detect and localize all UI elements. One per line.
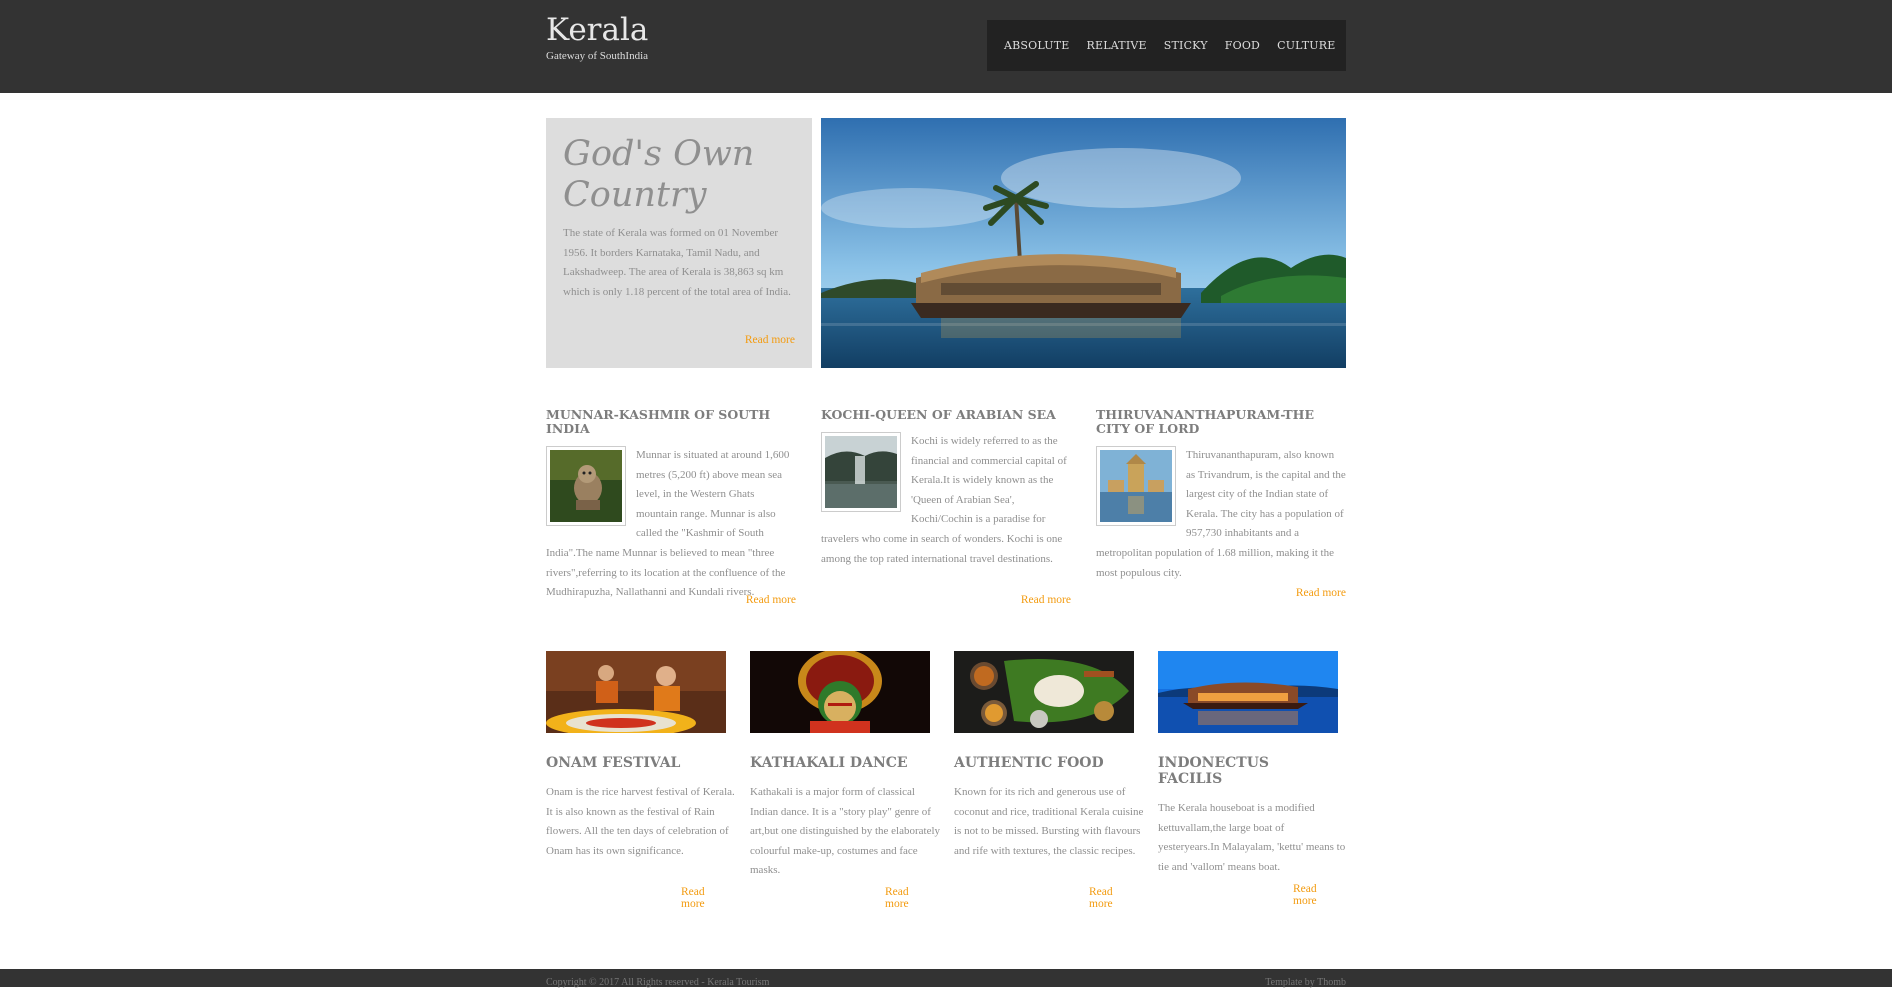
thiruvananthapuram-thumbnail (1096, 446, 1176, 526)
houseboat-night-photo-icon (1158, 651, 1338, 733)
nav-item-sticky[interactable]: STICKY (1164, 39, 1208, 52)
monkey-photo-icon (550, 450, 622, 522)
kochi-read-more-link[interactable]: Read more (1021, 594, 1071, 606)
column-title-munnar[interactable]: MUNNAR-KASHMIR OF SOUTH INDIA (546, 408, 796, 436)
card-text-houseboat: The Kerala houseboat is a modified kettu… (1158, 802, 1346, 873)
onam-image (546, 651, 726, 733)
food-photo-icon (954, 651, 1134, 733)
column-munnar: MUNNAR-KASHMIR OF SOUTH INDIA Munnar is … (546, 408, 796, 606)
footer-copyright: Copyright © 2017 All Rights reserved - K… (546, 977, 770, 988)
nav-item-relative[interactable]: RELATIVE (1087, 39, 1147, 52)
kathakali-read-more-link[interactable]: Read more (885, 886, 930, 910)
card-houseboat: INDONECTUS FACILIS The Kerala houseboat … (1158, 651, 1345, 907)
hero-title: God's Own Country (563, 134, 755, 215)
houseboat-read-more-link[interactable]: Read more (1293, 883, 1338, 907)
houseboat-night-image (1158, 651, 1338, 733)
card-title-houseboat[interactable]: INDONECTUS FACILIS (1158, 755, 1338, 787)
site-tagline: Gateway of SouthIndia (546, 50, 649, 62)
card-food: AUTHENTIC FOOD Known for its rich and ge… (954, 651, 1143, 910)
munnar-read-more-link[interactable]: Read more (746, 594, 796, 606)
waterfall-photo-icon (825, 436, 897, 508)
site-footer: Copyright © 2017 All Rights reserved - K… (0, 969, 1892, 988)
column-title-thiruvananthapuram[interactable]: THIRUVANANTHAPURAM-THE CITY OF LORD (1096, 408, 1346, 436)
card-onam: ONAM FESTIVAL Onam is the rice harvest f… (546, 651, 735, 910)
card-text-onam: Onam is the rice harvest festival of Ker… (546, 786, 735, 857)
hero-text: The state of Kerala was formed on 01 Nov… (563, 227, 791, 298)
site-title[interactable]: Kerala (546, 12, 648, 48)
card-title-onam[interactable]: ONAM FESTIVAL (546, 755, 726, 771)
kochi-thumbnail (821, 432, 901, 512)
thiruvananthapuram-read-more-link[interactable]: Read more (1296, 587, 1346, 599)
card-title-food[interactable]: AUTHENTIC FOOD (954, 755, 1134, 771)
site-header: Kerala Gateway of SouthIndia ABSOLUTE RE… (0, 0, 1892, 93)
onam-photo-icon (546, 651, 726, 733)
hero-intro-box: God's Own Country The state of Kerala wa… (546, 118, 812, 368)
column-title-kochi[interactable]: KOCHI-QUEEN OF ARABIAN SEA (821, 408, 1071, 422)
card-kathakali: KATHAKALI DANCE Kathakali is a major for… (750, 651, 940, 910)
food-read-more-link[interactable]: Read more (1089, 886, 1134, 910)
hero-read-more-link[interactable]: Read more (745, 334, 795, 346)
brand[interactable]: Kerala Gateway of SouthIndia (546, 12, 648, 62)
onam-read-more-link[interactable]: Read more (681, 886, 726, 910)
footer-credit[interactable]: Template by Thomb (1265, 977, 1346, 988)
main-nav: ABSOLUTE RELATIVE STICKY FOOD CULTURE (987, 20, 1346, 71)
temple-photo-icon (1100, 450, 1172, 522)
column-thiruvananthapuram: THIRUVANANTHAPURAM-THE CITY OF LORD Thir… (1096, 408, 1346, 599)
kathakali-image (750, 651, 930, 733)
nav-item-food[interactable]: FOOD (1225, 39, 1260, 52)
munnar-thumbnail (546, 446, 626, 526)
houseboat-photo-icon (821, 118, 1346, 368)
column-kochi: KOCHI-QUEEN OF ARABIAN SEA Kochi is wide… (821, 408, 1071, 606)
card-title-kathakali[interactable]: KATHAKALI DANCE (750, 755, 930, 771)
food-image (954, 651, 1134, 733)
nav-item-culture[interactable]: CULTURE (1277, 39, 1335, 52)
hero-houseboat-image (821, 118, 1346, 368)
kathakali-photo-icon (750, 651, 930, 733)
nav-item-absolute[interactable]: ABSOLUTE (1004, 39, 1070, 52)
card-text-food: Known for its rich and generous use of c… (954, 786, 1144, 857)
card-text-kathakali: Kathakali is a major form of classical I… (750, 786, 941, 877)
